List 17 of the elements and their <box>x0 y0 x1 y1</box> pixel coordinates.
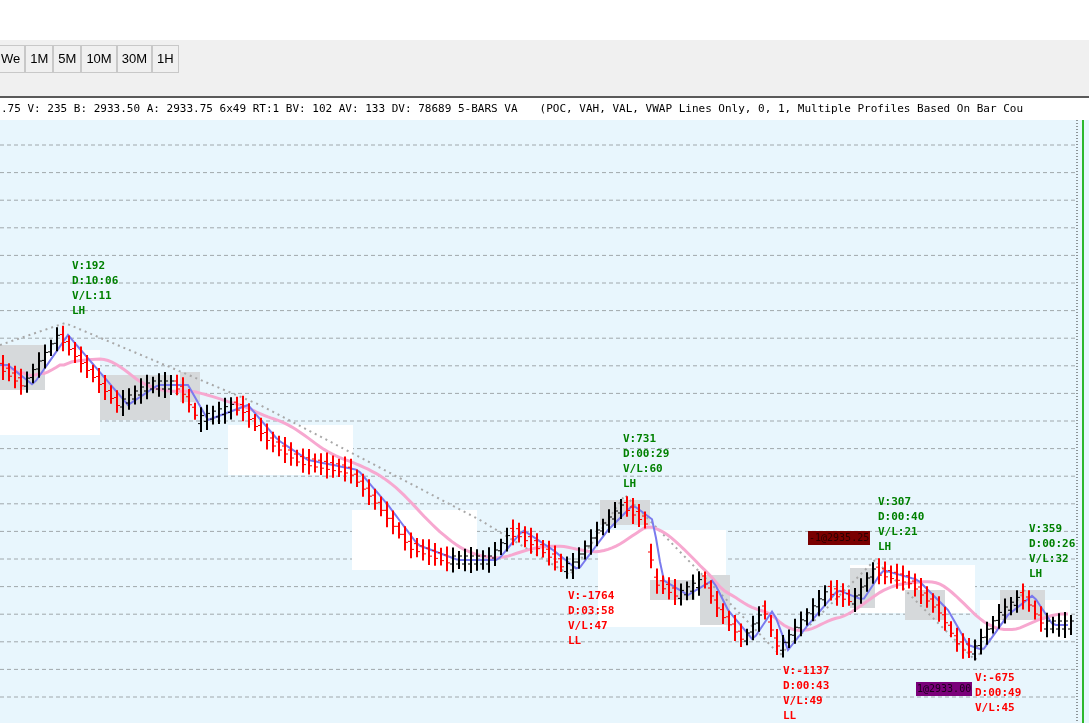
swing-label: V:-1137 D:00:43 V/L:49 LL <box>783 663 830 723</box>
swing-label: V:-675 D:00:49 V/L:45 <box>975 670 1022 715</box>
swing-label: V:731 D:00:29 V/L:60 LH <box>623 431 670 491</box>
timeframe-button[interactable]: 1H <box>152 45 179 73</box>
swing-label: V:359 D:00:26 V/L:32 LH <box>1029 521 1076 581</box>
timeframe-button[interactable]: 30M <box>116 45 152 73</box>
timeframe-button[interactable]: 5M <box>53 45 82 73</box>
timeframe-button[interactable]: 10M <box>81 45 117 73</box>
timeframe-button[interactable]: 1M <box>25 45 54 73</box>
timeframe-button[interactable]: We <box>0 45 26 73</box>
order-tag: 1@2933.00 <box>916 682 973 696</box>
info-line: .75 V: 235 B: 2933.50 A: 2933.75 6x49 RT:1 BV: 102 AV: 133 DV: 78689 5-BARS VA <box>1 100 518 117</box>
swing-label: V:192 D:10:06 V/L:11 LH <box>72 258 119 318</box>
swing-label: V:-1764 D:03:58 V/L:47 LL <box>568 588 615 648</box>
study-label: (POC, VAH, VAL, VWAP Lines Only, 0, 1, Multiple Profiles Based On Bar Cou <box>539 100 1023 117</box>
order-tag: -1@2935.25 <box>808 531 871 545</box>
swing-label: V:307 D:00:40 V/L:21 LH <box>878 494 925 554</box>
